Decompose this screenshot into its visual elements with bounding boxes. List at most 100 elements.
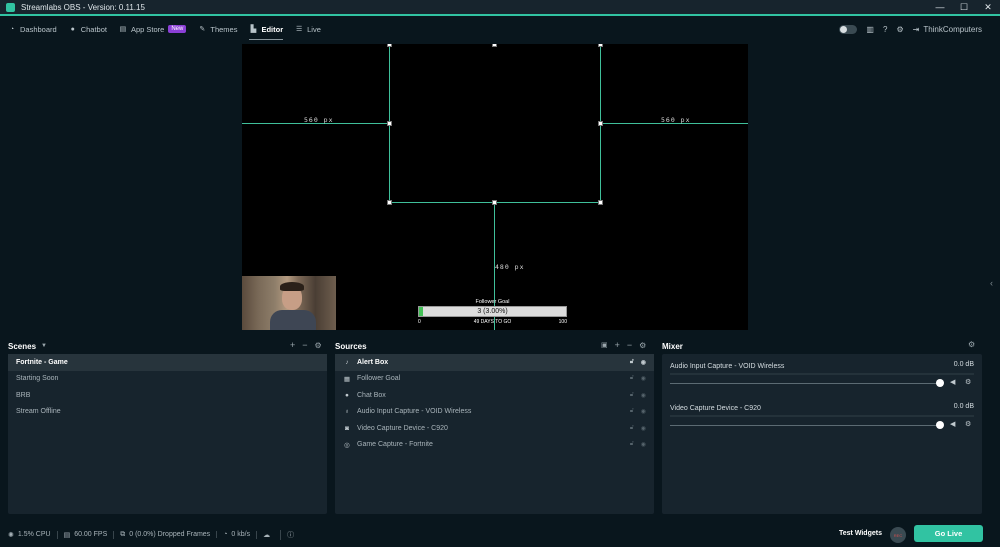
- nav-chatbot[interactable]: ● Chatbot: [69, 18, 107, 40]
- lock-icon[interactable]: 🔓︎: [630, 425, 634, 432]
- goal-end: 100: [558, 319, 567, 325]
- gear-icon[interactable]: ⚙: [965, 378, 971, 386]
- source-item[interactable]: ♁ Audio Input Capture - VOID Wireless 🔓︎…: [335, 404, 654, 421]
- add-scene-button[interactable]: +: [290, 340, 295, 350]
- resize-handle[interactable]: [387, 121, 392, 126]
- window-title: Streamlabs OBS - Version: 0.11.15: [21, 2, 145, 12]
- scene-item[interactable]: Stream Offline: [8, 404, 327, 421]
- remove-source-button[interactable]: −: [627, 340, 632, 350]
- go-live-button[interactable]: Go Live: [914, 525, 983, 542]
- cloud-status: ☁: [256, 530, 274, 539]
- resize-handle[interactable]: [598, 200, 603, 205]
- speaker-icon[interactable]: ◀: [950, 378, 955, 386]
- test-widgets-button[interactable]: Test Widgets: [839, 530, 882, 537]
- info-status: ⓘ: [280, 529, 298, 540]
- lock-icon[interactable]: 🔓︎: [630, 408, 634, 415]
- settings-icon[interactable]: ⚙: [896, 25, 903, 34]
- window-controls: — ☐ ✕: [928, 2, 1000, 13]
- scene-item[interactable]: Starting Soon: [8, 371, 327, 388]
- remove-scene-button[interactable]: −: [302, 340, 307, 350]
- add-folder-icon[interactable]: ▣: [601, 341, 608, 349]
- scenes-header[interactable]: Scenes ▼: [8, 340, 47, 352]
- cpu-status: ✺ 1.5% CPU: [8, 531, 51, 539]
- maximize-button[interactable]: ☐: [952, 2, 976, 13]
- nav-editor[interactable]: ▙ Editor: [249, 18, 283, 40]
- lock-icon[interactable]: 🔓︎: [630, 441, 634, 448]
- chatbot-icon: ●: [70, 25, 75, 33]
- mixer-panel: Audio Input Capture - VOID Wireless 0.0 …: [662, 354, 982, 514]
- goal-progress-bar: 3 (3.00%): [418, 306, 567, 317]
- eye-icon[interactable]: ◉: [641, 375, 646, 382]
- resize-handle[interactable]: [598, 44, 603, 47]
- nav-label: App Store: [130, 24, 165, 34]
- cpu-icon: ✺: [8, 531, 14, 539]
- scenes-title: Scenes: [8, 341, 37, 351]
- scene-item[interactable]: Fortnite - Game: [8, 354, 327, 371]
- calendar-icon: ▦: [343, 375, 351, 383]
- resize-handle[interactable]: [598, 121, 603, 126]
- mixer-settings-icon[interactable]: ⚙: [968, 340, 975, 349]
- eye-icon[interactable]: ◉: [641, 408, 646, 415]
- lock-icon[interactable]: 🔓︎: [630, 392, 634, 399]
- night-mode-toggle[interactable]: [839, 24, 858, 34]
- live-icon: ☰: [295, 26, 303, 33]
- sources-header: Sources: [335, 340, 367, 352]
- record-button[interactable]: REC: [890, 527, 906, 543]
- goal-value: 3 (3.00%): [477, 308, 508, 315]
- close-button[interactable]: ✕: [976, 2, 1000, 13]
- help-icon[interactable]: ?: [883, 25, 887, 34]
- lock-icon[interactable]: 🔓︎: [630, 375, 634, 382]
- info-icon[interactable]: ⓘ: [287, 530, 294, 540]
- add-source-button[interactable]: +: [615, 340, 620, 350]
- chevron-left-icon[interactable]: ‹: [990, 278, 993, 288]
- gear-icon[interactable]: ⚙: [965, 420, 971, 428]
- logout-icon[interactable]: ⇥: [913, 25, 920, 34]
- source-item[interactable]: ◙ Video Capture Device - C920 🔓︎ ◉: [335, 420, 654, 437]
- dropped-frames-value: 0 (0.0%) Dropped Frames: [129, 531, 211, 538]
- volume-slider-knob[interactable]: [936, 421, 944, 429]
- source-label: Follower Goal: [357, 375, 401, 383]
- layout-icon[interactable]: ▥: [866, 25, 874, 34]
- channel-db: 0.0 dB: [953, 403, 974, 410]
- store-icon: ▤: [119, 26, 127, 33]
- resize-handle[interactable]: [387, 44, 392, 47]
- source-item[interactable]: ● Chat Box 🔓︎ ◉: [335, 387, 654, 404]
- microphone-icon: ♁: [344, 408, 350, 416]
- chevron-down-icon[interactable]: ▼: [41, 343, 47, 349]
- resize-handle[interactable]: [492, 200, 497, 205]
- channel-db: 0.0 dB: [953, 361, 974, 368]
- username[interactable]: ThinkComputers: [923, 25, 982, 34]
- volume-slider-knob[interactable]: [936, 379, 944, 387]
- eye-icon[interactable]: ◉: [641, 392, 646, 399]
- nav-app-store[interactable]: ▤ App Store New: [119, 18, 187, 40]
- gamepad-icon: ◎: [344, 441, 350, 449]
- eye-icon[interactable]: ◉: [641, 359, 646, 366]
- mixer-channel: Video Capture Device - C920 0.0 dB ◀ ⚙: [670, 403, 974, 429]
- nav-label: Themes: [210, 24, 238, 34]
- scene-settings-icon[interactable]: ⚙: [315, 341, 322, 350]
- eye-icon[interactable]: ◉: [641, 441, 646, 448]
- minimize-button[interactable]: —: [928, 2, 952, 13]
- eye-icon[interactable]: ◉: [641, 425, 646, 432]
- lock-icon[interactable]: 🔓︎: [630, 359, 634, 366]
- streamlabs-logo-icon: [6, 2, 15, 12]
- source-item[interactable]: ◎ Game Capture - Fortnite 🔓︎ ◉: [335, 437, 654, 454]
- scene-item[interactable]: BRB: [8, 387, 327, 404]
- cpu-value: 1.5% CPU: [17, 531, 51, 538]
- volume-slider[interactable]: [670, 425, 942, 426]
- volume-slider[interactable]: [670, 383, 942, 384]
- source-item[interactable]: ♪ Alert Box 🔓︎ ◉: [335, 354, 654, 371]
- bottom-distance-label: 480 px: [495, 263, 525, 271]
- speaker-icon[interactable]: ◀: [950, 420, 955, 428]
- source-item[interactable]: ▦ Follower Goal 🔓︎ ◉: [335, 371, 654, 388]
- stream-preview[interactable]: 560 px 560 px 480 px Follower Goal 3 (3.…: [242, 44, 748, 330]
- nav-dashboard[interactable]: ◔ Dashboard: [8, 18, 57, 40]
- source-settings-icon[interactable]: ⚙: [639, 341, 646, 350]
- resize-handle[interactable]: [492, 44, 497, 47]
- nav-themes[interactable]: ✎ Themes: [198, 18, 237, 40]
- resize-handle[interactable]: [387, 200, 392, 205]
- nav-live[interactable]: ☰ Live: [295, 18, 321, 40]
- cloud-icon[interactable]: ☁: [263, 531, 270, 539]
- webcam-feed: [242, 276, 336, 330]
- mixer-header: Mixer: [662, 340, 683, 352]
